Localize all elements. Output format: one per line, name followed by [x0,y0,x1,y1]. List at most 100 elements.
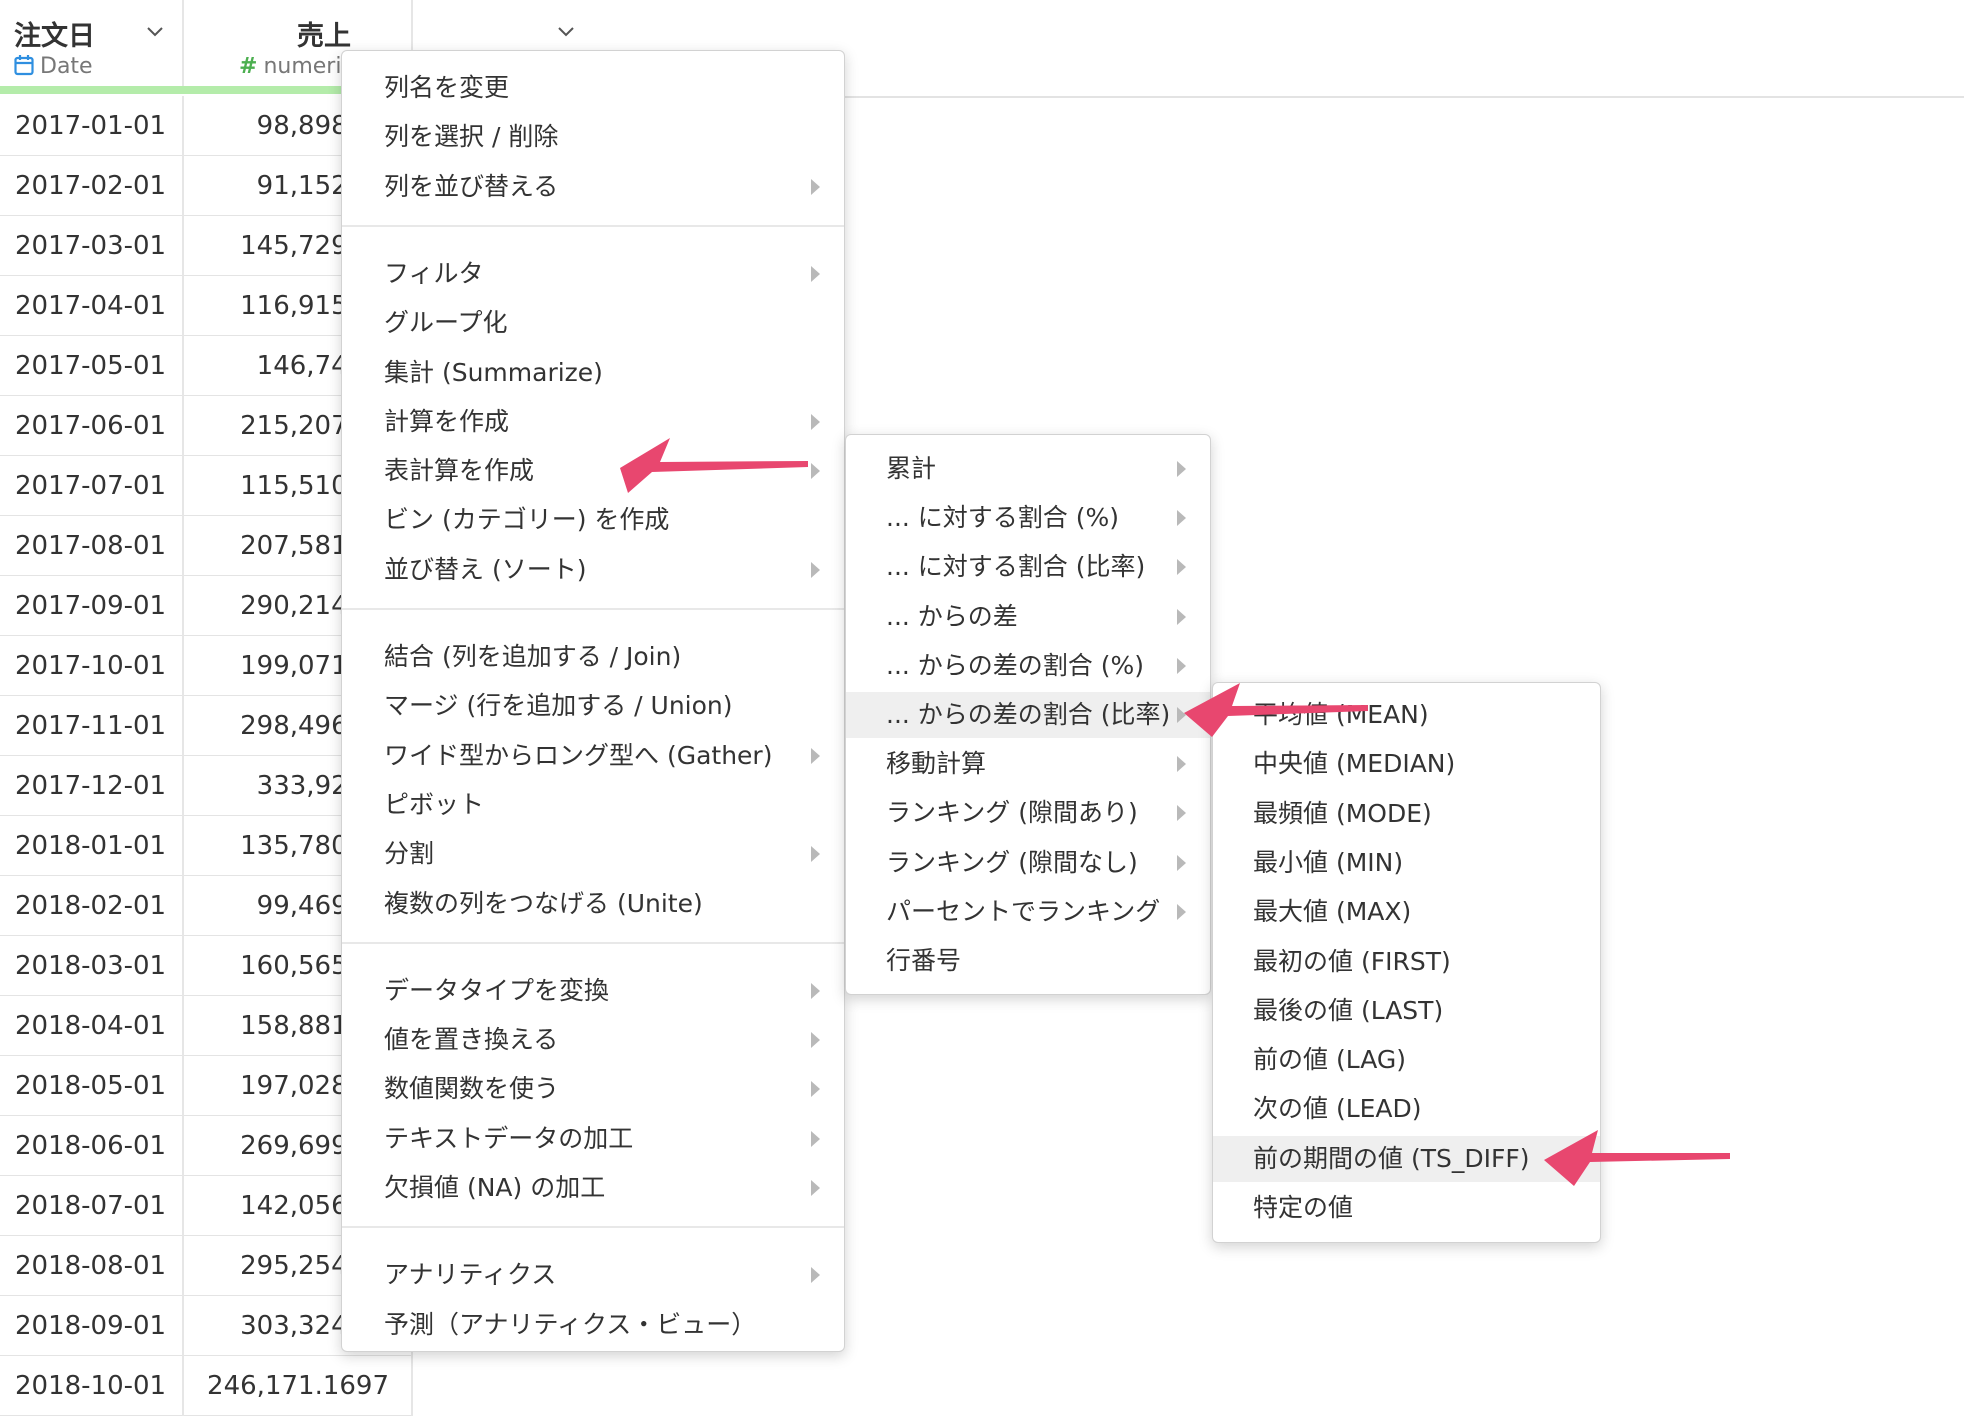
submenu-arrow-icon [811,747,820,764]
menu-item-label: 平均値 (MEAN) [1253,700,1429,729]
menu-item-label: 列名を変更 [384,73,510,102]
menu-item[interactable]: ランキング (隙間なし) [846,840,1210,886]
cell-order-date: 2017-07-01 [0,456,184,516]
menu-item[interactable]: 並び替え (ソート) [342,547,844,593]
chevron-down-icon[interactable] [145,22,165,42]
menu-item-label: 集計 (Summarize) [384,357,603,387]
menu-item[interactable]: 値を置き換える [342,1017,844,1063]
column-name: 売上 [297,21,351,52]
menu-item[interactable]: 最頻値 (MODE) [1213,791,1600,837]
hash-icon: # [239,54,258,79]
menu-item[interactable]: 数値関数を使う [342,1066,844,1112]
menu-item[interactable]: ... からの差の割合 (%) [846,643,1210,689]
calendar-icon [14,55,34,76]
cell-order-date: 2017-05-01 [0,336,184,396]
submenu-arrow-icon [811,1032,820,1049]
cell-order-date: 2017-04-01 [0,276,184,336]
menu-item[interactable]: 最後の値 (LAST) [1213,988,1600,1034]
menu-item[interactable]: テキストデータの加工 [342,1116,844,1162]
submenu-arrow-icon [1177,756,1186,773]
menu-item[interactable]: ... に対する割合 (%) [846,495,1210,541]
chevron-down-icon[interactable] [556,22,576,42]
menu-item[interactable]: 複数の列をつなげる (Unite) [342,881,844,927]
menu-item[interactable]: 分割 [342,831,844,877]
menu-item[interactable]: ピボット [342,782,844,828]
submenu-arrow-icon [811,561,820,578]
submenu-arrow-icon [811,1267,820,1284]
menu-item[interactable]: 次の値 (LEAD) [1213,1086,1600,1132]
cell-order-date: 2018-03-01 [0,936,184,996]
menu-item-label: 表計算を作成 [384,456,535,486]
cell-order-date: 2017-02-01 [0,156,184,216]
menu-item[interactable]: 最小値 (MIN) [1213,840,1600,886]
menu-item[interactable]: パーセントでランキング [846,889,1210,935]
menu-item[interactable]: 予測（アナリティクス・ビュー） [342,1302,844,1348]
menu-separator [342,224,844,227]
menu-item[interactable]: 列名を変更 [342,65,844,111]
menu-item[interactable]: 平均値 (MEAN) [1213,692,1600,738]
cell-order-date: 2017-03-01 [0,216,184,276]
menu-item[interactable]: 結合 (列を追加する / Join) [342,634,844,680]
menu-item[interactable]: マージ (行を追加する / Union) [342,683,844,729]
menu-item[interactable]: 行番号 [846,938,1210,984]
cell-order-date: 2018-10-01 [0,1356,184,1416]
menu-item[interactable]: ビン (カテゴリー) を作成 [342,497,844,543]
menu-item-label: 結合 (列を追加する / Join) [384,642,682,671]
table-row: 2018-10-01 246,171.1697 [0,1356,413,1416]
menu-item-label: 複数の列をつなげる (Unite) [384,888,703,918]
menu-item-label: 前の値 (LAG) [1253,1045,1406,1075]
menu-item[interactable]: 累計 [846,446,1210,492]
submenu-arrow-icon [1177,510,1186,527]
submenu-arrow-icon [811,1081,820,1098]
cell-order-date: 2018-02-01 [0,876,184,936]
submenu-arrow-icon [811,413,820,430]
menu-item[interactable]: データタイプを変換 [342,968,844,1014]
submenu-arrow-icon [811,1180,820,1196]
menu-item[interactable]: 移動計算 [846,741,1210,787]
menu-item[interactable]: 計算を作成 [342,399,844,445]
menu-separator [342,1226,844,1229]
menu-item-label: データタイプを変換 [384,975,610,1005]
menu-item[interactable]: ランキング (隙間あり) [846,790,1210,836]
submenu-arrow-icon [811,265,820,282]
menu-item-label: ... からの差の割合 (%) [886,650,1144,680]
cell-order-date: 2018-06-01 [0,1116,184,1176]
menu-item-label: 次の値 (LEAD) [1253,1094,1422,1124]
menu-item[interactable]: 最初の値 (FIRST) [1213,939,1600,985]
menu-item-label: フィルタ [384,258,484,288]
cell-order-date: 2017-06-01 [0,396,184,456]
menu-item[interactable]: 列を選択 / 削除 [342,114,844,160]
menu-item-label: テキストデータの加工 [384,1123,634,1153]
cell-order-date: 2017-09-01 [0,576,184,636]
menu-item-label: ランキング (隙間なし) [886,847,1138,877]
menu-item-label: 並び替え (ソート) [384,554,587,584]
cell-order-date: 2017-10-01 [0,636,184,696]
submenu-arrow-icon [1177,707,1186,723]
submenu-arrow-icon [811,178,820,195]
menu-item[interactable]: 表計算を作成 [342,448,844,494]
column-header-order-date[interactable]: 注文日 Date [0,0,184,86]
menu-item[interactable]: フィルタ [342,251,844,297]
menu-item-label: 列を選択 / 削除 [384,122,559,152]
menu-item-label: 行番号 [886,946,962,975]
menu-item-label: 欠損値 (NA) の加工 [384,1173,606,1202]
menu-item[interactable]: 最大値 (MAX) [1213,889,1600,935]
menu-item[interactable]: アナリティクス [342,1252,844,1298]
menu-item[interactable]: 中央値 (MEDIAN) [1213,741,1600,787]
menu-item[interactable]: 前の期間の値 (TS_DIFF) [1213,1135,1600,1182]
menu-item[interactable]: 欠損値 (NA) の加工 [342,1165,844,1211]
menu-item[interactable]: 列を並び替える [342,164,844,210]
menu-item[interactable]: 前の値 (LAG) [1213,1037,1600,1083]
menu-item[interactable]: ... に対する割合 (比率) [846,544,1210,590]
menu-item-label: 最頻値 (MODE) [1253,798,1432,828]
menu-item-label: グループ化 [384,308,508,338]
menu-item[interactable]: ... からの差 [846,594,1210,640]
menu-item-label: ランキング (隙間あり) [886,798,1138,828]
menu-item-label: ... に対する割合 (比率) [886,552,1146,582]
menu-item[interactable]: グループ化 [342,300,844,346]
menu-item[interactable]: ワイド型からロング型へ (Gather) [342,733,844,779]
menu-item[interactable]: 特定の値 [1213,1185,1600,1231]
menu-item[interactable]: 集計 (Summarize) [342,350,844,396]
menu-item[interactable]: ... からの差の割合 (比率) [846,692,1210,738]
menu-item-label: パーセントでランキング [886,896,1161,926]
